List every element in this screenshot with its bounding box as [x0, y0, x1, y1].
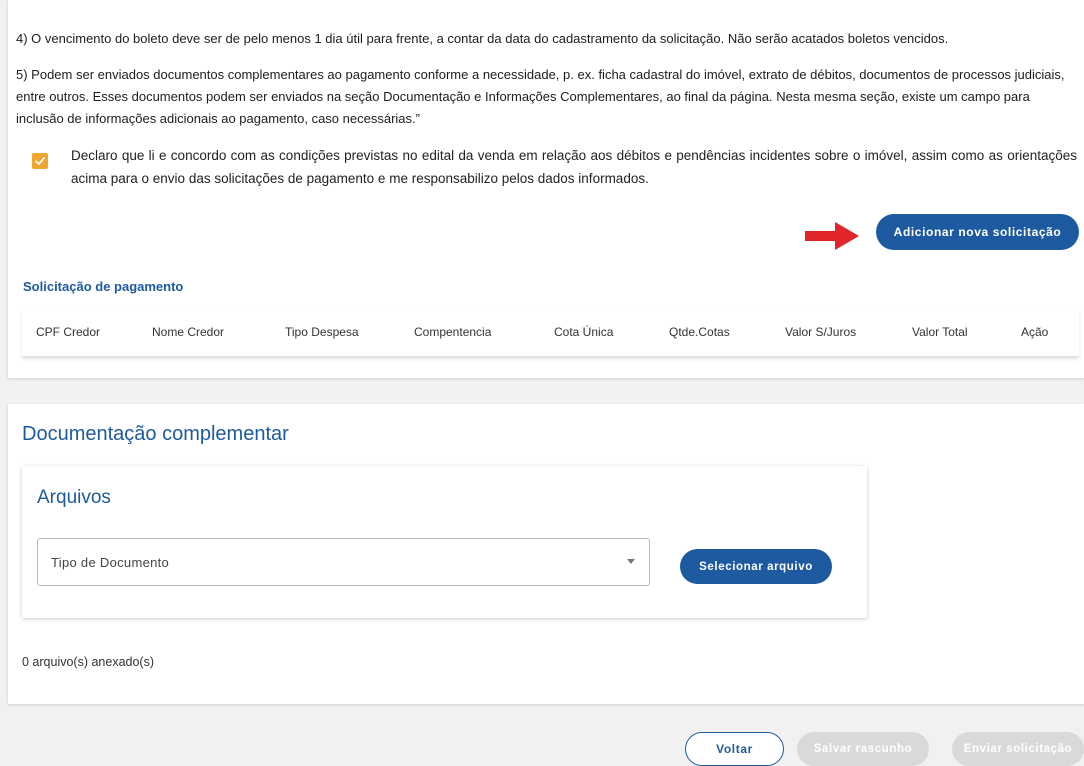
column-header-cpf: CPF Credor [36, 325, 101, 339]
column-header-expense-type: Tipo Despesa [285, 325, 359, 339]
column-header-value-no-interest: Valor S/Juros [785, 325, 857, 339]
red-arrow-icon [805, 222, 859, 250]
files-title: Arquivos [37, 487, 111, 508]
condition-item-5: 5) Podem ser enviados documentos complem… [16, 67, 1065, 126]
check-icon [35, 157, 45, 165]
payment-section-title: Solicitação de pagamento [23, 279, 184, 294]
column-header-competence: Compentencia [414, 325, 492, 339]
declaration-text: Declaro que li e concordo com as condiçõ… [71, 148, 1077, 186]
payment-table-header: CPF Credor Nome Credor Tipo Despesa Comp… [22, 310, 1079, 357]
attached-files-count: 0 arquivo(s) anexado(s) [22, 655, 155, 669]
column-header-action: Ação [1021, 325, 1049, 339]
save-draft-button[interactable]: Salvar rascunho [797, 732, 929, 766]
document-type-select[interactable]: Tipo de Documento [37, 538, 650, 586]
column-header-quota-qty: Qtde.Cotas [669, 325, 730, 339]
back-button[interactable]: Voltar [685, 732, 784, 766]
declaration-checkbox[interactable] [32, 153, 48, 169]
send-request-button[interactable]: Enviar solicitação [952, 732, 1084, 766]
documentation-title: Documentação complementar [22, 423, 289, 445]
select-file-button[interactable]: Selecionar arquivo [680, 549, 832, 584]
condition-item-4: 4) O vencimento do boleto deve ser de pe… [16, 31, 949, 46]
document-type-placeholder: Tipo de Documento [51, 555, 170, 570]
add-request-button[interactable]: Adicionar nova solicitação [876, 214, 1079, 250]
column-header-name: Nome Credor [152, 325, 225, 339]
dropdown-arrow-icon [627, 559, 635, 564]
column-header-single-quota: Cota Única [554, 325, 614, 339]
column-header-total-value: Valor Total [912, 325, 968, 339]
